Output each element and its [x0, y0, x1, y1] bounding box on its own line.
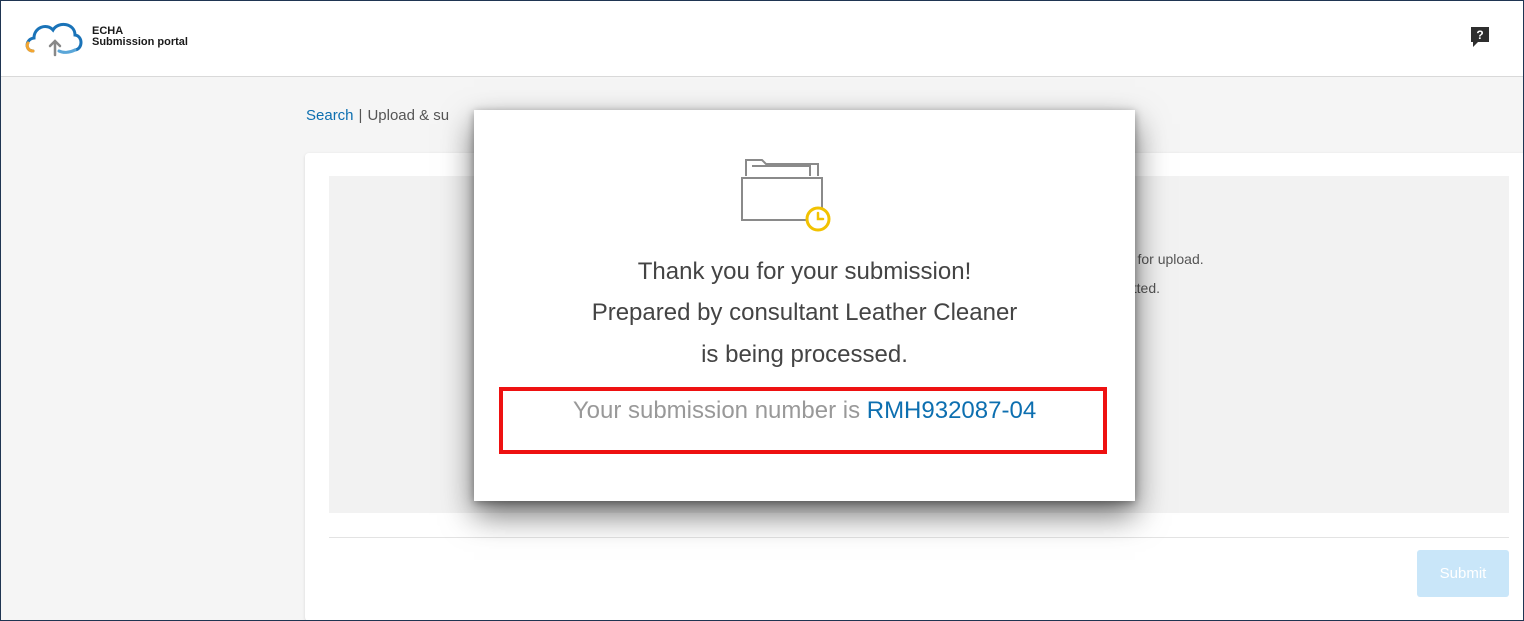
card-divider — [329, 537, 1509, 538]
processing-message: is being processed. — [701, 341, 908, 368]
thank-you-message: Thank you for your submission! — [637, 258, 972, 285]
folder-clock-icon — [741, 159, 831, 232]
top-bar: ECHA Submission portal ? — [1, 1, 1523, 77]
breadcrumb: Search | Upload & su — [306, 107, 449, 124]
logo-text: ECHA Submission portal — [92, 26, 188, 48]
svg-text:?: ? — [1476, 28, 1483, 42]
confirmation-dialog: Thank you for your submission! Prepared … — [474, 110, 1135, 501]
prepared-by-message: Prepared by consultant Leather Cleaner — [591, 299, 1018, 326]
breadcrumb-separator: | — [358, 107, 363, 124]
breadcrumb-search-link[interactable]: Search — [306, 107, 354, 124]
question-bubble-icon[interactable]: ? — [1469, 25, 1491, 49]
breadcrumb-current: Upload & su — [367, 107, 450, 124]
submission-number: RMH932087-04 — [866, 397, 1037, 424]
echa-cloud-logo[interactable] — [23, 15, 87, 59]
submit-button[interactable]: Submit — [1417, 550, 1509, 597]
submission-number-line: Your submission number is RMH932087-04 — [474, 397, 1135, 425]
app-frame: ECHA Submission portal ? Search | Upload &… — [0, 0, 1524, 621]
submission-number-prefix: Your submission number is — [572, 397, 861, 424]
logo-subtitle: Submission portal — [92, 36, 188, 48]
